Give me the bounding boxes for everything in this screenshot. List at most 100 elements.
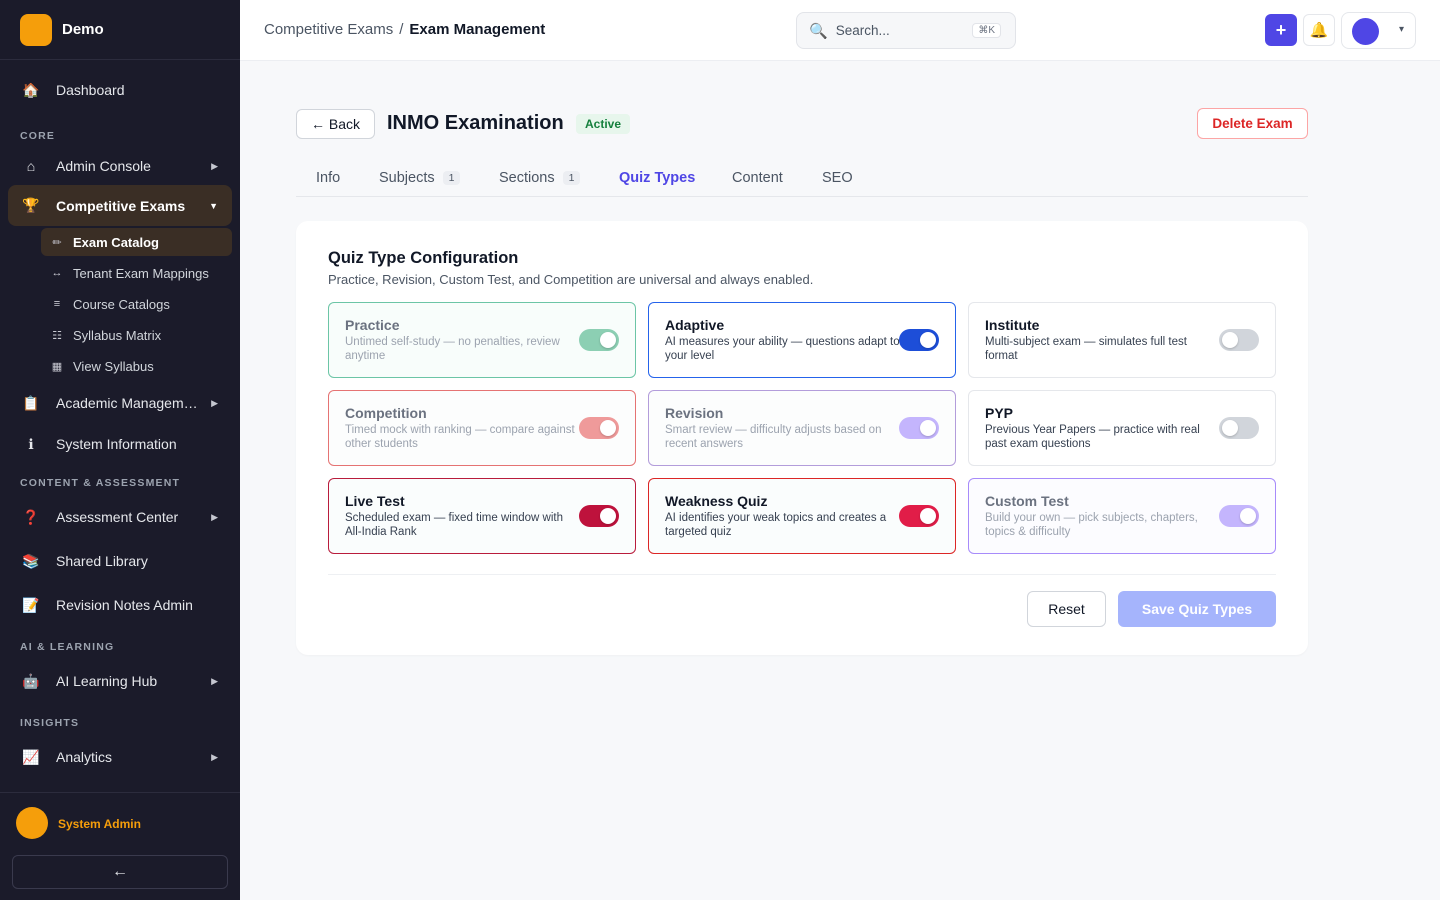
back-button[interactable]: ← Back <box>296 109 375 139</box>
sidebar-subitem-exam-catalog[interactable]: ✏ Exam Catalog <box>41 228 232 256</box>
tab-info[interactable]: Info <box>316 159 340 197</box>
collapse-sidebar-button[interactable]: ← <box>12 855 228 889</box>
brand[interactable]: Demo <box>0 0 240 60</box>
save-quiz-types-button[interactable]: Save Quiz Types <box>1118 591 1276 627</box>
sidebar-item-system-information[interactable]: ℹ System Information <box>8 424 232 464</box>
sidebar-item-ai-learning-hub[interactable]: 🤖 AI Learning Hub ▶ <box>8 661 232 701</box>
sidebar-subitem-course-catalogs[interactable]: ≡ Course Catalogs <box>41 290 232 318</box>
quiz-type-name: Adaptive <box>665 317 725 333</box>
quiz-type-description: Previous Year Papers — practice with rea… <box>985 424 1200 450</box>
toggle-knob <box>600 420 616 436</box>
sidebar-item-label: Competitive Exams <box>56 197 186 214</box>
sidebar-item-revision-notes-admin[interactable]: 📝 Revision Notes Admin <box>8 585 232 625</box>
chevron-right-icon: ▶ <box>211 675 218 686</box>
avatar[interactable] <box>16 807 48 839</box>
tabs: Info Subjects 1 Sections 1 Quiz Types Co… <box>296 159 1308 197</box>
section-label-content-assessment: CONTENT & ASSESSMENT <box>20 477 181 489</box>
sidebar-subitem-label: View Syllabus <box>73 358 154 374</box>
sidebar-item-label: Admin Console <box>56 158 151 174</box>
quiz-type-description: Smart review — difficulty adjusts based … <box>665 424 882 450</box>
tab-label: Info <box>316 170 341 186</box>
sidebar-subitem-label: Course Catalogs <box>73 296 170 312</box>
tab-sections[interactable]: Sections 1 <box>499 159 581 197</box>
robot-icon: 🤖 <box>22 672 40 689</box>
sidebar-nav: 🏠 Dashboard CORE ⌂ Admin Console ▶ 🏆 Com… <box>0 60 240 792</box>
quiz-type-description: Timed mock with ranking — compare agains… <box>345 424 575 450</box>
chart-icon: 📈 <box>22 748 40 765</box>
quiz-type-description: Scheduled exam — fixed time window with … <box>345 512 563 538</box>
tab-subjects[interactable]: Subjects 1 <box>379 159 461 197</box>
memo-icon: 📝 <box>22 596 40 613</box>
info-icon: ℹ <box>28 435 34 452</box>
question-icon: ❓ <box>22 508 40 525</box>
plus-icon: + <box>1275 19 1287 40</box>
arrows-icon: ↔ <box>51 267 63 279</box>
sidebar-subitem-tenant-exam-mappings[interactable]: ↔ Tenant Exam Mappings <box>41 259 232 287</box>
breadcrumb-separator: / <box>399 21 404 38</box>
page-title: INMO Examination <box>387 112 564 134</box>
reset-button[interactable]: Reset <box>1027 591 1106 627</box>
sidebar-item-label: Academic Management <box>56 395 198 411</box>
search-input[interactable]: 🔍 Search... ⌘K <box>796 12 1016 49</box>
sidebar-item-assessment-center[interactable]: ❓ Assessment Center ▶ <box>8 497 232 537</box>
toggle-switch[interactable] <box>899 505 939 527</box>
search-icon: 🔍 <box>809 22 828 40</box>
quiz-type-name: Revision <box>665 405 724 421</box>
tab-quiz-types[interactable]: Quiz Types <box>619 159 695 197</box>
tab-count-badge: 1 <box>562 171 581 185</box>
toggle-switch[interactable] <box>899 329 939 351</box>
toggle-switch[interactable] <box>579 329 619 351</box>
topbar: Competitive Exams / Exam Management 🔍 Se… <box>240 0 1440 61</box>
chevron-down-icon: ▾ <box>1398 24 1404 35</box>
breadcrumb-current: Exam Management <box>409 21 546 38</box>
arrow-left-icon: ← <box>112 863 128 880</box>
sidebar-item-academic-management[interactable]: 📋 Academic Management ▶ <box>8 383 232 423</box>
sidebar-item-label: System Information <box>56 436 177 452</box>
toggle-knob <box>920 508 936 524</box>
quiz-type-description: AI measures your ability — questions ada… <box>665 336 900 362</box>
tab-seo[interactable]: SEO <box>822 159 853 197</box>
tab-label: Content <box>732 170 783 186</box>
quiz-type-card-practice: Practice Untimed self-study — no penalti… <box>328 302 636 378</box>
chevron-right-icon: ▶ <box>211 397 218 408</box>
quiz-type-description: Multi-subject exam — simulates full test… <box>985 336 1187 362</box>
add-button[interactable]: + <box>1265 14 1297 46</box>
books-icon: 📚 <box>22 552 40 569</box>
toggle-switch[interactable] <box>1219 505 1259 527</box>
quiz-type-name: Custom Test <box>985 493 1069 509</box>
toggle-knob <box>1222 332 1238 348</box>
quiz-type-name: Weakness Quiz <box>665 493 768 509</box>
user-menu-button[interactable]: ▾ <box>1341 12 1416 49</box>
sidebar-item-admin-console[interactable]: ⌂ Admin Console ▶ <box>8 146 232 186</box>
sidebar-item-competitive-exams[interactable]: 🏆 Competitive Exams ▼ <box>8 185 232 226</box>
document-icon: ▦ <box>51 360 63 373</box>
sidebar-item-analytics[interactable]: 📈 Analytics ▶ <box>8 737 232 777</box>
quiz-type-name: Institute <box>985 317 1040 333</box>
toggle-switch[interactable] <box>579 505 619 527</box>
toggle-knob <box>600 508 616 524</box>
toggle-switch[interactable] <box>899 417 939 439</box>
sidebar-item-dashboard[interactable]: 🏠 Dashboard <box>8 70 232 110</box>
sidebar-item-shared-library[interactable]: 📚 Shared Library <box>8 541 232 581</box>
quiz-type-card-custom-test: Custom Test Build your own — pick subjec… <box>968 478 1276 554</box>
sidebar-subitem-syllabus-matrix[interactable]: ☷ Syllabus Matrix <box>41 321 232 349</box>
toggle-switch[interactable] <box>579 417 619 439</box>
toggle-switch[interactable] <box>1219 417 1259 439</box>
quiz-type-description: Build your own — pick subjects, chapters… <box>985 512 1198 538</box>
sidebar-footer: System Admin ← <box>0 792 240 900</box>
house-icon: ⌂ <box>26 158 36 174</box>
delete-exam-button[interactable]: Delete Exam <box>1197 108 1308 139</box>
chevron-down-icon: ▼ <box>209 200 218 211</box>
breadcrumb-parent[interactable]: Competitive Exams <box>264 21 393 38</box>
trophy-icon: 🏆 <box>22 197 40 213</box>
sidebar-subitem-label: Tenant Exam Mappings <box>73 265 209 281</box>
quiz-type-description: AI identifies your weak topics and creat… <box>665 512 887 538</box>
sidebar-subitem-view-syllabus[interactable]: ▦ View Syllabus <box>41 352 232 380</box>
notifications-button[interactable]: 🔔 <box>1303 14 1335 46</box>
tab-content[interactable]: Content <box>732 159 783 197</box>
chevron-right-icon: ▶ <box>211 511 218 522</box>
toggle-knob <box>600 332 616 348</box>
toggle-switch[interactable] <box>1219 329 1259 351</box>
tab-label: SEO <box>822 170 853 186</box>
sidebar-subitem-label: Syllabus Matrix <box>73 327 162 343</box>
